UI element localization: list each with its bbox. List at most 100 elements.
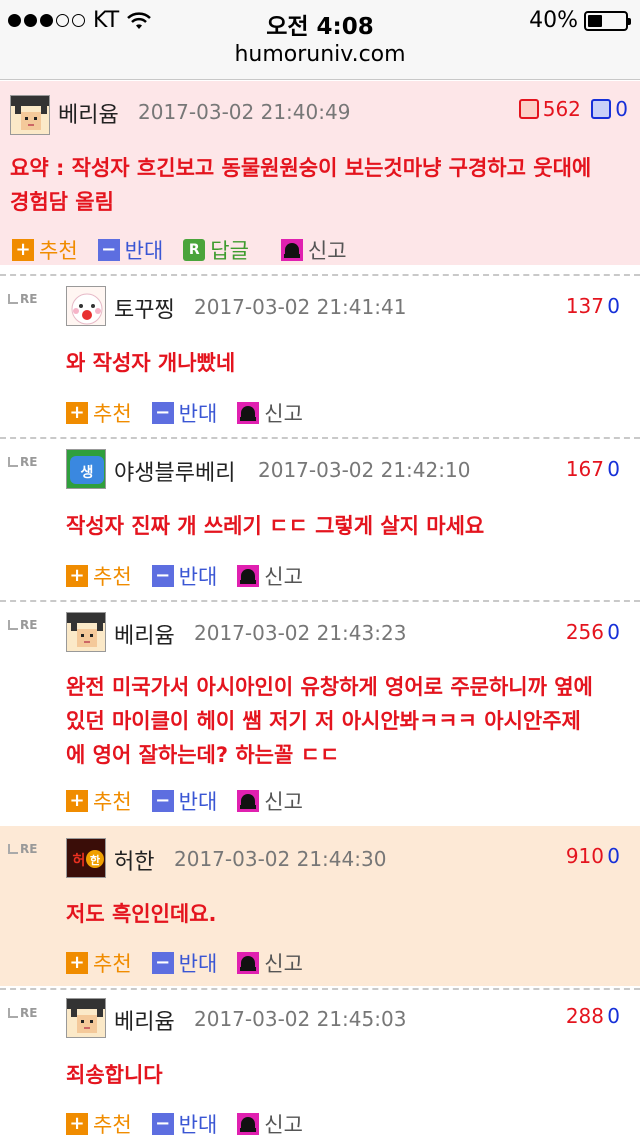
recommend-button[interactable]: + 추천	[66, 786, 132, 816]
oppose-label: 반대	[178, 952, 218, 976]
pixel-avatar[interactable]	[66, 612, 106, 652]
reply-body-line: 완전 미국가서 아시아인이 유창하게 영어로 주문하니까 옆에	[66, 675, 593, 699]
comment-actions: + 추천 − 반대 R 답글 신고	[12, 235, 367, 265]
siren-icon	[237, 402, 260, 424]
oppose-label: 반대	[178, 790, 218, 814]
report-label: 신고	[264, 790, 303, 814]
like-count: 562	[542, 97, 581, 121]
recommend-button[interactable]: + 추천	[66, 398, 132, 428]
oppose-label: 반대	[178, 1113, 218, 1136]
minus-icon: −	[151, 565, 174, 587]
reply-comment: RE 토꾸찡 2017-03-02 21:41:41 137 0 와 작성자 개…	[0, 276, 640, 436]
oppose-button[interactable]: − 반대	[151, 948, 218, 978]
comment-body: 요약 : 작성자 흐긴보고 동물원원숭이 보는것마냥 구경하고 웃대에 경험담 …	[10, 151, 630, 219]
dislike-count: 0	[615, 97, 628, 121]
oppose-button[interactable]: − 반대	[151, 561, 217, 591]
reply-date: 2017-03-02 21:43:23	[194, 621, 407, 645]
reply-nickname[interactable]: 베리윰	[114, 1004, 175, 1036]
thumbs-down-icon[interactable]	[591, 99, 612, 119]
reply-actions: + 추천 − 반대 신고	[66, 786, 323, 816]
plus-icon: +	[66, 402, 88, 424]
comment-body-line: 요약 : 작성자 흐긴보고 동물원원숭이 보는것마냥 구경하고 웃대에	[10, 156, 592, 180]
dislike-count: 0	[607, 620, 620, 644]
siren-icon	[237, 1113, 260, 1135]
plus-icon: +	[66, 565, 88, 587]
minus-icon: −	[151, 402, 174, 424]
reply-body-line: 저도 흑인인데요.	[66, 902, 217, 926]
report-button[interactable]: 신고	[237, 786, 303, 816]
report-button[interactable]: 신고	[237, 1109, 303, 1136]
like-count: 137	[565, 294, 604, 318]
like-count: 167	[565, 457, 604, 481]
recommend-label: 추천	[93, 402, 132, 426]
oppose-button[interactable]: − 반대	[151, 1109, 218, 1136]
reply-nickname[interactable]: 야생블루베리	[114, 455, 235, 487]
comment-nickname[interactable]: 베리윰	[58, 97, 119, 129]
dislike-count: 0	[607, 457, 620, 481]
report-label: 신고	[264, 952, 303, 976]
re-icon: RE	[8, 1006, 37, 1020]
reply-body: 완전 미국가서 아시아인이 유창하게 영어로 주문하니까 옆에 있던 마이클이 …	[66, 670, 634, 772]
saeng-avatar[interactable]: 생	[66, 449, 106, 489]
report-button[interactable]: 신고	[280, 235, 347, 265]
reply-nickname[interactable]: 베리윰	[114, 618, 175, 650]
status-bar: KT 오전 4:08 40%	[0, 0, 640, 40]
recommend-button[interactable]: + 추천	[66, 561, 132, 591]
battery-icon	[584, 10, 631, 31]
url-text: humoruniv.com	[234, 42, 406, 67]
siren-icon	[280, 239, 303, 261]
re-icon: RE	[8, 618, 37, 632]
reply-comment: RE 생 야생블루베리 2017-03-02 21:42:10 167 0 작성…	[0, 439, 640, 599]
dislike-count: 0	[607, 294, 620, 318]
reply-actions: + 추천 − 반대 신고	[66, 948, 323, 978]
minus-icon: −	[151, 790, 174, 812]
recommend-label: 추천	[93, 565, 132, 589]
report-button[interactable]: 신고	[237, 948, 303, 978]
reply-date: 2017-03-02 21:42:10	[258, 458, 471, 482]
minus-icon: −	[151, 1113, 174, 1135]
oppose-label: 반대	[178, 402, 218, 426]
reply-button[interactable]: R 답글	[183, 235, 249, 265]
minus-icon: −	[97, 239, 120, 261]
reply-body-line: 와 작성자 개나빴네	[66, 351, 236, 375]
report-label: 신고	[264, 565, 303, 589]
comment-date: 2017-03-02 21:40:49	[138, 100, 351, 124]
reply-date: 2017-03-02 21:41:41	[194, 295, 407, 319]
oppose-button[interactable]: − 반대	[151, 398, 218, 428]
pixel-avatar[interactable]	[66, 998, 106, 1038]
recommend-button[interactable]: + 추천	[66, 948, 132, 978]
re-icon: RE	[8, 455, 37, 469]
report-label: 신고	[264, 1113, 303, 1136]
oppose-button[interactable]: − 반대	[97, 235, 163, 265]
oppose-button[interactable]: − 반대	[151, 786, 218, 816]
thumbs-up-icon[interactable]	[518, 99, 539, 119]
reply-nickname[interactable]: 토꾸찡	[114, 292, 175, 324]
report-label: 신고	[264, 402, 303, 426]
plus-icon: +	[66, 790, 88, 812]
plus-icon: +	[66, 1113, 88, 1135]
like-count: 288	[565, 1004, 604, 1028]
reply-body: 죄송합니다	[66, 1058, 163, 1092]
recommend-button[interactable]: + 추천	[66, 1109, 132, 1136]
plus-icon: +	[66, 952, 88, 974]
reply-nickname[interactable]: 허한	[114, 844, 154, 876]
heohan-avatar[interactable]: 허한	[66, 838, 106, 878]
pixel-avatar[interactable]	[10, 95, 50, 135]
siren-icon	[237, 565, 260, 587]
comment-body-line: 경험담 올림	[10, 190, 114, 214]
report-button[interactable]: 신고	[237, 561, 303, 591]
svg-text:허: 허	[73, 852, 86, 869]
report-button[interactable]: 신고	[237, 398, 303, 428]
reply-body: 작성자 진짜 개 쓰레기 ㄷㄷ 그렇게 살지 마세요	[66, 509, 484, 543]
face-avatar[interactable]	[66, 286, 106, 326]
reply-actions: + 추천 − 반대 신고	[66, 1109, 323, 1136]
recommend-button[interactable]: + 추천	[12, 235, 78, 265]
recommend-label: 추천	[93, 952, 132, 976]
recommend-label: 추천	[39, 239, 78, 263]
reply-label: 답글	[210, 239, 249, 263]
reply-date: 2017-03-02 21:44:30	[174, 847, 387, 871]
recommend-label: 추천	[93, 1113, 132, 1136]
address-bar[interactable]: humoruniv.com	[0, 40, 640, 80]
re-icon: RE	[8, 292, 37, 306]
reply-comment-highlighted: RE 허한 허한 2017-03-02 21:44:30 910 0 저도 흑인…	[0, 826, 640, 986]
